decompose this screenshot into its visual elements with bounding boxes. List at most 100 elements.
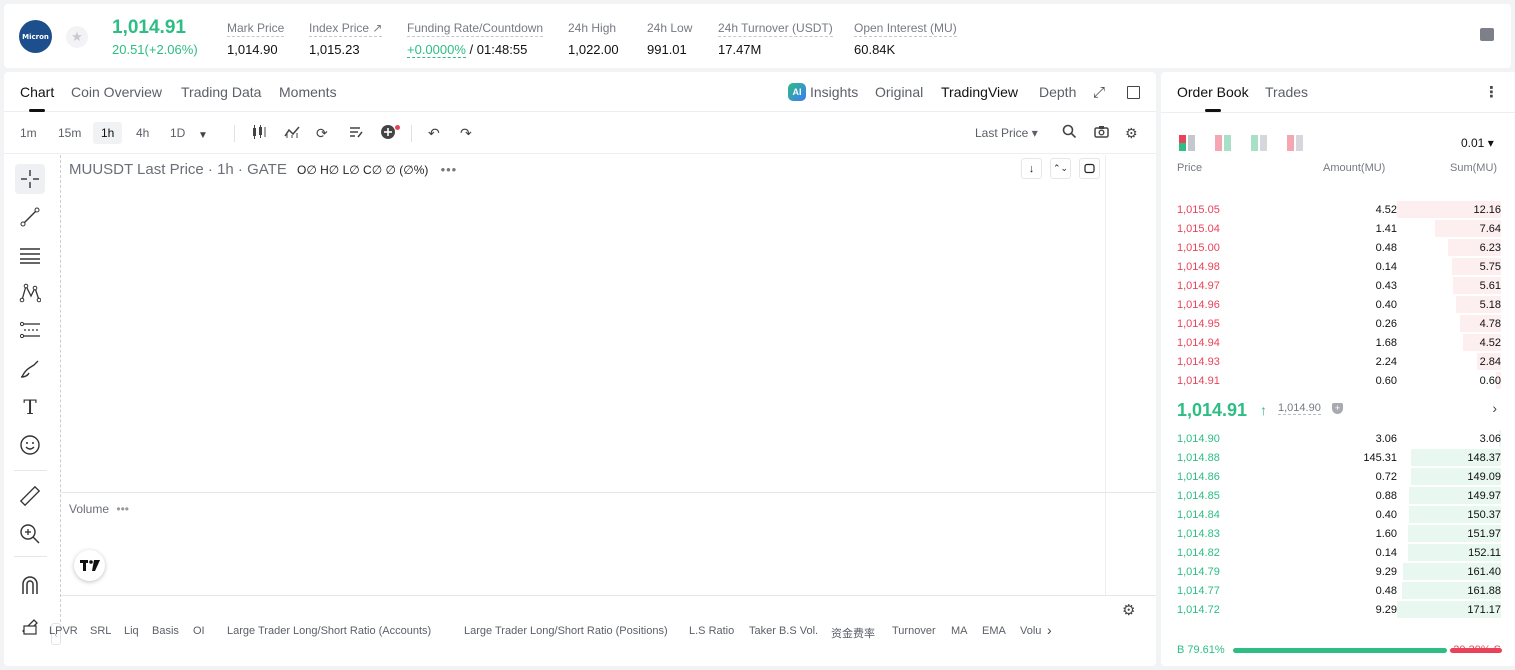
ask-row[interactable]: 1,015.05 4.52 12.16 [1177, 200, 1501, 219]
replay-icon[interactable]: ⟳ [316, 124, 328, 142]
bid-row[interactable]: 1,014.86 0.72 149.09 [1177, 467, 1501, 486]
text-tool-icon[interactable]: T [15, 392, 45, 422]
bid-row[interactable]: 1,014.72 9.29 171.17 [1177, 600, 1501, 619]
bid-row[interactable]: 1,014.79 9.29 161.40 [1177, 562, 1501, 581]
indicator-ls-positions[interactable]: Large Trader Long/Short Ratio (Positions… [464, 625, 668, 637]
indicator-lpvr[interactable]: LPVR [49, 625, 78, 637]
ask-row[interactable]: 1,014.93 2.24 2.84 [1177, 352, 1501, 371]
chevron-right-icon[interactable]: › [1047, 622, 1052, 638]
indicator-ma[interactable]: MA [951, 625, 968, 637]
zoom-in-icon[interactable] [15, 519, 45, 549]
indicator-volume[interactable]: Volu [1020, 625, 1041, 637]
indicator-taker-vol[interactable]: Taker B.S Vol. [749, 625, 818, 637]
stat-label[interactable]: Mark Price [227, 21, 285, 37]
bid-row[interactable]: 1,014.82 0.14 152.11 [1177, 543, 1501, 562]
fibonacci-icon[interactable] [15, 316, 45, 346]
interval-1m[interactable]: 1m [20, 126, 37, 140]
indicator-turnover[interactable]: Turnover [892, 625, 936, 637]
view-depth[interactable]: Depth [1039, 84, 1076, 100]
tab-moments[interactable]: Moments [279, 84, 337, 100]
ask-row[interactable]: 1,014.96 0.40 5.18 [1177, 295, 1501, 314]
magnet-icon[interactable] [15, 570, 45, 600]
ask-row[interactable]: 1,014.97 0.43 5.61 [1177, 276, 1501, 295]
tab-trading-data[interactable]: Trading Data [181, 84, 261, 100]
emoji-icon[interactable] [15, 430, 45, 460]
indicator-ls-ratio[interactable]: L.S Ratio [689, 625, 734, 637]
collapse-pane-icon[interactable]: ⌃⌄ [1050, 158, 1071, 179]
bid-row[interactable]: 1,014.85 0.88 149.97 [1177, 486, 1501, 505]
chevron-right-icon[interactable]: › [1492, 400, 1497, 416]
window-icon[interactable] [1127, 86, 1140, 99]
ask-row[interactable]: 1,014.94 1.68 4.52 [1177, 333, 1501, 352]
undo-icon[interactable]: ↶ [428, 124, 440, 142]
indicator-ema[interactable]: EMA [982, 625, 1006, 637]
price-source-select[interactable]: Last Price ▾ [975, 126, 1038, 140]
bid-row[interactable]: 1,014.83 1.60 151.97 [1177, 524, 1501, 543]
brush-icon[interactable] [15, 354, 45, 384]
stat-label[interactable]: Index Price ↗ [309, 21, 383, 37]
search-icon[interactable] [1062, 124, 1077, 143]
view-original[interactable]: Original [875, 84, 923, 100]
indicator-basis[interactable]: Basis [152, 625, 179, 637]
indicator-liq[interactable]: Liq [124, 625, 139, 637]
indicator-ls-accounts[interactable]: Large Trader Long/Short Ratio (Accounts) [227, 625, 431, 637]
stat-label[interactable]: Open Interest (MU) [854, 21, 957, 37]
interval-1h[interactable]: 1h [93, 122, 123, 144]
more-options-icon[interactable]: ⋮ [1484, 83, 1499, 101]
tab-trades[interactable]: Trades [1265, 84, 1308, 100]
redo-icon[interactable]: ↷ [460, 124, 472, 142]
book-icon[interactable] [1480, 28, 1494, 41]
tab-coin-overview[interactable]: Coin Overview [71, 84, 162, 100]
expand-icon[interactable]: ⤢ [1093, 84, 1105, 101]
tradingview-logo[interactable] [74, 550, 105, 581]
legend-more-icon[interactable]: ••• [441, 162, 458, 177]
chevron-down-icon[interactable]: ▼ [198, 127, 208, 145]
indicator-srl[interactable]: SRL [90, 625, 111, 637]
interval-4h[interactable]: 4h [136, 126, 149, 140]
chart-settings-icon[interactable]: ⚙ [1122, 601, 1135, 619]
arrow-down-icon[interactable]: ↓ [1021, 158, 1042, 179]
book-asks-only-icon[interactable] [1287, 135, 1303, 151]
book-layout-icon[interactable] [1215, 135, 1231, 151]
ask-row[interactable]: 1,015.04 1.41 7.64 [1177, 219, 1501, 238]
bid-row[interactable]: 1,014.84 0.40 150.37 [1177, 505, 1501, 524]
tab-chart[interactable]: Chart [20, 84, 54, 112]
ask-row[interactable]: 1,014.98 0.14 5.75 [1177, 257, 1501, 276]
bid-row[interactable]: 1,014.90 3.06 3.06 [1177, 429, 1501, 448]
mark-price[interactable]: 1,014.90 [1278, 402, 1321, 415]
alert-plus-icon[interactable] [380, 124, 396, 144]
funding-rate[interactable]: +0.0000% [407, 42, 466, 58]
ask-row[interactable]: 1,014.91 0.60 0.60 [1177, 371, 1501, 390]
bid-row[interactable]: 1,014.88 145.31 148.37 [1177, 448, 1501, 467]
camera-icon[interactable] [1094, 124, 1109, 143]
indicator-oi[interactable]: OI [193, 625, 205, 637]
chart-plot-area[interactable] [60, 155, 1156, 622]
crosshair-icon[interactable] [15, 164, 45, 194]
indicator-funding-rate[interactable]: 资金费率 [831, 625, 875, 641]
gear-icon[interactable]: ⚙ [1125, 124, 1138, 142]
candlestick-icon[interactable] [251, 124, 267, 144]
stat-label[interactable]: 24h Turnover (USDT) [718, 21, 833, 37]
ruler-icon[interactable] [15, 481, 45, 511]
ask-row[interactable]: 1,015.00 0.48 6.23 [1177, 238, 1501, 257]
book-bids-only-icon[interactable] [1251, 135, 1267, 151]
interval-1d[interactable]: 1D [170, 126, 185, 140]
bid-row[interactable]: 1,014.77 0.48 161.88 [1177, 581, 1501, 600]
trend-line-icon[interactable] [15, 202, 45, 232]
indicators-icon[interactable] [284, 124, 300, 144]
maximize-pane-icon[interactable] [1079, 158, 1100, 179]
volume-more-icon[interactable]: ••• [116, 502, 129, 516]
templates-icon[interactable] [348, 124, 364, 144]
interval-15m[interactable]: 15m [58, 126, 81, 140]
precision-select[interactable]: 0.01 ▾ [1461, 136, 1494, 150]
stat-label[interactable]: Funding Rate/Countdown [407, 21, 544, 37]
view-insights[interactable]: Insights [810, 84, 858, 100]
book-both-sides-icon[interactable] [1179, 135, 1195, 151]
pattern-icon[interactable] [15, 278, 45, 308]
shield-icon[interactable]: + [1332, 403, 1343, 414]
ask-row[interactable]: 1,014.95 0.26 4.78 [1177, 314, 1501, 333]
ai-insights-icon[interactable]: AI [788, 83, 806, 101]
parallel-channel-icon[interactable] [15, 240, 45, 270]
tab-order-book[interactable]: Order Book [1177, 84, 1249, 112]
favorite-star-icon[interactable]: ★ [66, 26, 88, 48]
